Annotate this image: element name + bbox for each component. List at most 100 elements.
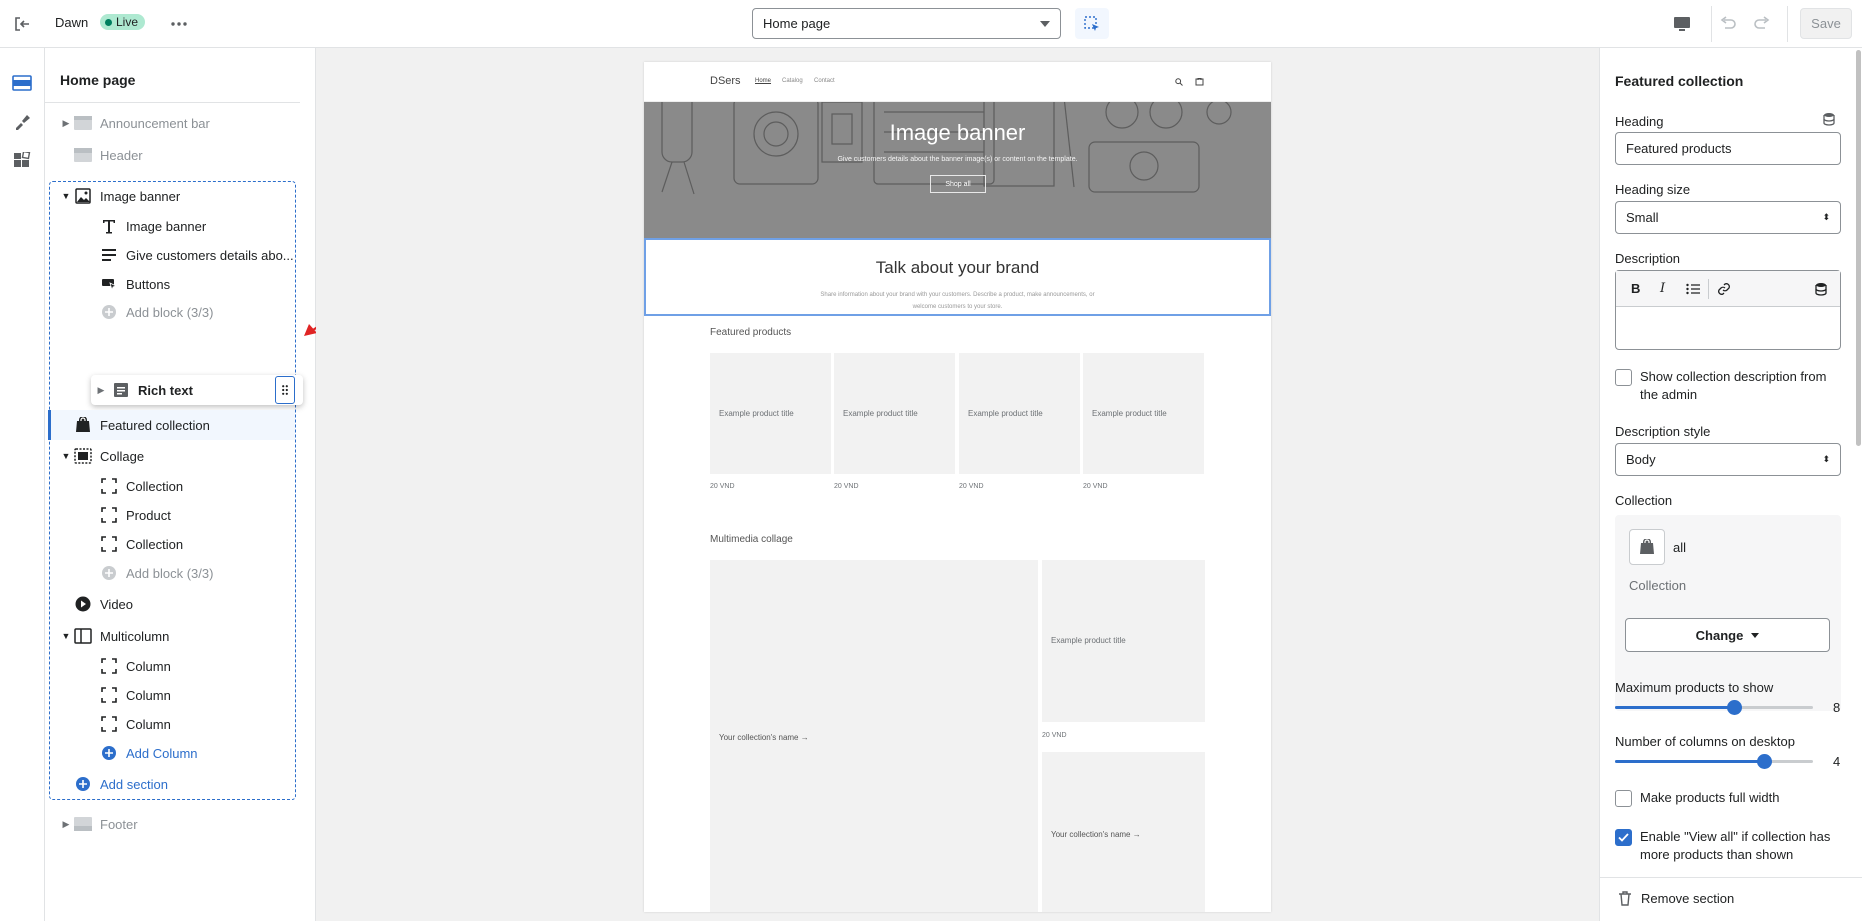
- product-price: 20 VND: [959, 483, 984, 490]
- tree-item-label: Add block (3/3): [126, 304, 214, 320]
- block-item-column[interactable]: Column: [99, 681, 299, 709]
- divider: [1711, 6, 1712, 42]
- product-title: Example product title: [1092, 409, 1167, 418]
- exit-icon[interactable]: [8, 10, 36, 38]
- add-block-button[interactable]: Add block (3/3): [99, 298, 299, 326]
- product-title: Example product title: [719, 409, 794, 418]
- tree-item-label: Collage: [100, 448, 145, 464]
- announcement-bar-icon: [73, 113, 93, 133]
- caret-right-icon[interactable]: ▶: [59, 819, 73, 830]
- heading-size-select[interactable]: Small ⬍: [1615, 201, 1841, 234]
- tree-item-label: Buttons: [126, 276, 171, 292]
- collage-product-card[interactable]: Example product title: [1042, 560, 1205, 722]
- dynamic-source-icon[interactable]: [1822, 112, 1836, 126]
- block-item-collection[interactable]: Collection: [99, 530, 299, 558]
- undo-icon[interactable]: [1714, 10, 1742, 38]
- add-section-button[interactable]: Add section: [73, 770, 328, 798]
- tree-item-label: Product: [126, 507, 171, 523]
- full-width-checkbox[interactable]: [1615, 790, 1632, 807]
- theme-settings-icon[interactable]: [8, 108, 36, 136]
- select-arrows-icon: ⬍: [1822, 212, 1830, 222]
- page-select[interactable]: Home page: [752, 8, 1061, 39]
- block-item-column[interactable]: Column: [99, 652, 299, 680]
- sections-icon[interactable]: [8, 69, 36, 97]
- image-banner[interactable]: Image banner Give customers details abou…: [644, 102, 1271, 238]
- icon-rail: [0, 48, 45, 921]
- max-products-slider[interactable]: [1615, 700, 1813, 715]
- tree-item-collage[interactable]: ▼ Collage: [59, 442, 314, 470]
- bullet-list-icon[interactable]: [1686, 283, 1700, 295]
- add-block-button[interactable]: Add block (3/3): [99, 559, 299, 587]
- store-preview: DSers Home Catalog Contact Image banner …: [644, 62, 1271, 912]
- shop-all-button[interactable]: Shop all: [930, 175, 986, 193]
- tree-item-announcement-bar[interactable]: ▶ Announcement bar: [59, 109, 314, 137]
- show-description-checkbox[interactable]: [1615, 369, 1632, 386]
- slider-knob[interactable]: [1756, 754, 1772, 769]
- caret-right-icon[interactable]: ▶: [59, 118, 73, 129]
- nav-link-home[interactable]: Home: [755, 78, 771, 84]
- more-actions-icon[interactable]: [165, 10, 193, 38]
- add-circle-icon: [99, 302, 119, 322]
- select-arrows-icon: ⬍: [1822, 454, 1830, 464]
- caret-down-icon[interactable]: ▼: [59, 451, 73, 461]
- save-button[interactable]: Save: [1800, 8, 1852, 39]
- tree-item-label: Announcement bar: [100, 115, 210, 131]
- drag-handle-icon[interactable]: [275, 376, 295, 404]
- tree-item-multicolumn[interactable]: ▼ Multicolumn: [59, 622, 314, 650]
- collection-thumbnail-icon: [1629, 529, 1665, 565]
- block-frame-icon: [99, 505, 119, 525]
- italic-icon[interactable]: I: [1660, 281, 1665, 296]
- collage-collection-card[interactable]: Your collection's name →: [710, 560, 1038, 912]
- search-icon[interactable]: [1175, 78, 1183, 86]
- description-editor[interactable]: B I: [1615, 270, 1841, 350]
- cart-icon[interactable]: [1195, 77, 1204, 86]
- block-item-collection[interactable]: Collection: [99, 472, 299, 500]
- nav-link-catalog[interactable]: Catalog: [782, 78, 803, 84]
- max-products-value: 8: [1833, 700, 1841, 715]
- heading-input[interactable]: Featured products: [1615, 132, 1841, 165]
- add-column-button[interactable]: Add Column: [99, 739, 299, 767]
- desktop-view-icon[interactable]: [1668, 10, 1696, 38]
- slider-knob[interactable]: [1726, 700, 1742, 715]
- block-item-heading[interactable]: Image banner: [99, 212, 299, 240]
- divider: [1787, 6, 1788, 42]
- block-item-buttons[interactable]: Buttons: [99, 270, 299, 298]
- block-item-column[interactable]: Column: [99, 710, 299, 738]
- bold-icon[interactable]: B: [1631, 281, 1640, 296]
- store-logo[interactable]: DSers: [710, 75, 741, 87]
- tree-item-footer[interactable]: ▶ Footer: [59, 810, 314, 838]
- collection-name-link[interactable]: Your collection's name →: [1051, 830, 1141, 839]
- change-collection-button[interactable]: Change: [1625, 618, 1830, 652]
- live-dot-icon: [105, 18, 112, 26]
- columns-slider[interactable]: [1615, 754, 1813, 769]
- tree-item-header[interactable]: Header: [59, 141, 314, 169]
- caret-down-icon[interactable]: ▼: [59, 191, 73, 201]
- image-icon: [73, 186, 93, 206]
- collection-tag-icon: [73, 415, 93, 435]
- block-frame-icon: [99, 476, 119, 496]
- remove-section-button[interactable]: Remove section: [1618, 891, 1734, 906]
- block-item-description[interactable]: Give customers details abo...: [99, 241, 299, 269]
- tree-item-featured-collection[interactable]: Featured collection: [59, 411, 314, 439]
- app-embeds-icon[interactable]: [8, 147, 36, 175]
- inspector-toggle-icon[interactable]: [1075, 8, 1109, 39]
- settings-scrollbar[interactable]: [1856, 50, 1861, 446]
- link-icon[interactable]: [1717, 282, 1731, 296]
- rich-text-section[interactable]: Talk about your brand Share information …: [644, 238, 1271, 316]
- caret-down-icon[interactable]: ▼: [59, 631, 73, 641]
- block-item-product[interactable]: Product: [99, 501, 299, 529]
- tree-item-video[interactable]: Video: [59, 590, 314, 618]
- collage-collection-card[interactable]: Your collection's name →: [1042, 752, 1205, 912]
- description-style-select[interactable]: Body ⬍: [1615, 443, 1841, 476]
- heading-input-value: Featured products: [1626, 141, 1732, 156]
- dynamic-source-icon[interactable]: [1814, 282, 1828, 296]
- nav-link-contact[interactable]: Contact: [814, 78, 835, 84]
- redo-icon[interactable]: [1748, 10, 1776, 38]
- heading-size-label: Heading size: [1615, 182, 1691, 197]
- columns-value: 4: [1833, 754, 1841, 769]
- caret-right-icon[interactable]: ▶: [91, 385, 111, 396]
- collection-name-link[interactable]: Your collection's name →: [719, 733, 809, 742]
- tree-item-rich-text[interactable]: ▶ Rich text: [91, 375, 303, 405]
- tree-item-image-banner[interactable]: ▼ Image banner: [59, 182, 314, 210]
- view-all-checkbox[interactable]: [1615, 829, 1632, 846]
